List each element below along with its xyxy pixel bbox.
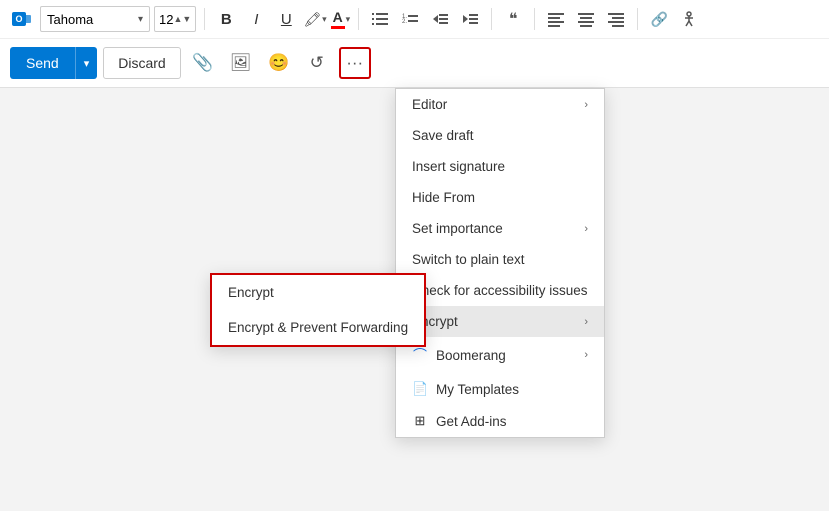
- sep-3: [491, 8, 492, 30]
- menu-item-editor[interactable]: Editor ›: [396, 89, 604, 120]
- insert-image-button[interactable]: 🖼: [225, 47, 257, 79]
- align-center-button[interactable]: [573, 6, 599, 32]
- accessibility-button[interactable]: [676, 6, 702, 32]
- emoji-button[interactable]: 😊: [263, 47, 295, 79]
- bullets-button[interactable]: [367, 6, 393, 32]
- font-color-button[interactable]: A ▾: [331, 6, 351, 32]
- encrypt-prevent-label: Encrypt & Prevent Forwarding: [228, 320, 408, 335]
- font-size-text: 12: [159, 12, 173, 27]
- attach-file-button[interactable]: 📎: [187, 47, 219, 79]
- editor-chevron: ›: [584, 99, 588, 111]
- menu-item-my-templates[interactable]: 📄 My Templates: [396, 373, 604, 405]
- align-right-button[interactable]: [603, 6, 629, 32]
- switch-plain-label: Switch to plain text: [412, 252, 525, 267]
- sep-4: [534, 8, 535, 30]
- send-dropdown-button[interactable]: ▾: [75, 47, 98, 79]
- quote-button[interactable]: ❝: [500, 6, 526, 32]
- menu-item-switch-plain[interactable]: Switch to plain text: [396, 244, 604, 275]
- increase-indent-button[interactable]: [457, 6, 483, 32]
- toolbar-container: O Tahoma ▾ 12 ▲ ▼ B I U 🖍 ▾: [0, 0, 829, 88]
- editor-label: Editor: [412, 97, 447, 112]
- set-importance-label: Set importance: [412, 221, 503, 236]
- menu-item-hide-from[interactable]: Hide From: [396, 182, 604, 213]
- font-size-selector[interactable]: 12 ▲ ▼: [154, 6, 196, 32]
- menu-item-boomerang[interactable]: ⌒ Boomerang ›: [396, 337, 604, 373]
- font-name-selector[interactable]: Tahoma ▾: [40, 6, 150, 32]
- submenu-item-encrypt-prevent[interactable]: Encrypt & Prevent Forwarding: [212, 310, 424, 345]
- sep-5: [637, 8, 638, 30]
- formatting-toolbar: O Tahoma ▾ 12 ▲ ▼ B I U 🖍 ▾: [0, 0, 829, 39]
- menu-item-accessibility[interactable]: Check for accessibility issues: [396, 275, 604, 306]
- more-options-button[interactable]: ···: [339, 47, 371, 79]
- hide-from-label: Hide From: [412, 190, 475, 205]
- send-button-group: Send ▾: [10, 47, 97, 79]
- sep-2: [358, 8, 359, 30]
- numbered-list-button[interactable]: 1. 2.: [397, 6, 423, 32]
- save-draft-label: Save draft: [412, 128, 474, 143]
- outlook-icon: O: [10, 8, 32, 30]
- svg-text:O: O: [15, 14, 22, 24]
- encrypt-submenu: Encrypt Encrypt & Prevent Forwarding: [210, 273, 426, 347]
- menu-item-encrypt[interactable]: Encrypt ›: [396, 306, 604, 337]
- accessibility-label: Check for accessibility issues: [412, 283, 588, 298]
- encrypt-only-label: Encrypt: [228, 285, 274, 300]
- font-name-arrow: ▾: [138, 14, 143, 25]
- discard-button[interactable]: Discard: [103, 47, 180, 79]
- my-templates-label: My Templates: [436, 382, 519, 397]
- menu-item-insert-signature[interactable]: Insert signature: [396, 151, 604, 182]
- menu-item-save-draft[interactable]: Save draft: [396, 120, 604, 151]
- menu-item-get-addins[interactable]: ⊞ Get Add-ins: [396, 405, 604, 437]
- insert-signature-label: Insert signature: [412, 159, 505, 174]
- menu-item-set-importance[interactable]: Set importance ›: [396, 213, 604, 244]
- font-color-icon: A: [331, 9, 345, 29]
- template-icon: 📄: [412, 381, 428, 397]
- boomerang-label: Boomerang: [436, 348, 506, 363]
- bold-button[interactable]: B: [213, 6, 239, 32]
- highlight-arrow: ▾: [322, 14, 327, 25]
- svg-text:2.: 2.: [402, 19, 407, 25]
- main-content: Editor › Save draft Insert signature Hid…: [0, 88, 829, 494]
- addins-icon: ⊞: [412, 413, 428, 429]
- boomerang-chevron: ›: [584, 349, 588, 361]
- align-left-button[interactable]: [543, 6, 569, 32]
- submenu-item-encrypt[interactable]: Encrypt: [212, 275, 424, 310]
- loop-button[interactable]: ↺: [301, 47, 333, 79]
- get-addins-label: Get Add-ins: [436, 414, 507, 429]
- highlight-color-button[interactable]: 🖍 ▾: [303, 6, 326, 32]
- font-name-text: Tahoma: [47, 12, 134, 27]
- send-button[interactable]: Send: [10, 47, 75, 79]
- boomerang-icon: ⌒: [412, 345, 428, 365]
- decrease-indent-button[interactable]: [427, 6, 453, 32]
- set-importance-chevron: ›: [584, 223, 588, 235]
- dropdown-menu: Editor › Save draft Insert signature Hid…: [395, 88, 605, 438]
- encrypt-chevron: ›: [584, 316, 588, 328]
- sep-1: [204, 8, 205, 30]
- underline-button[interactable]: U: [273, 6, 299, 32]
- italic-button[interactable]: I: [243, 6, 269, 32]
- font-size-down-arrow: ▼: [182, 14, 191, 24]
- highlight-icon: 🖍: [303, 11, 321, 28]
- action-toolbar: Send ▾ Discard 📎 🖼 😊 ↺ ···: [0, 39, 829, 87]
- font-size-up-arrow: ▲: [173, 14, 182, 24]
- link-button[interactable]: 🔗: [646, 6, 672, 32]
- font-color-arrow: ▾: [346, 14, 351, 25]
